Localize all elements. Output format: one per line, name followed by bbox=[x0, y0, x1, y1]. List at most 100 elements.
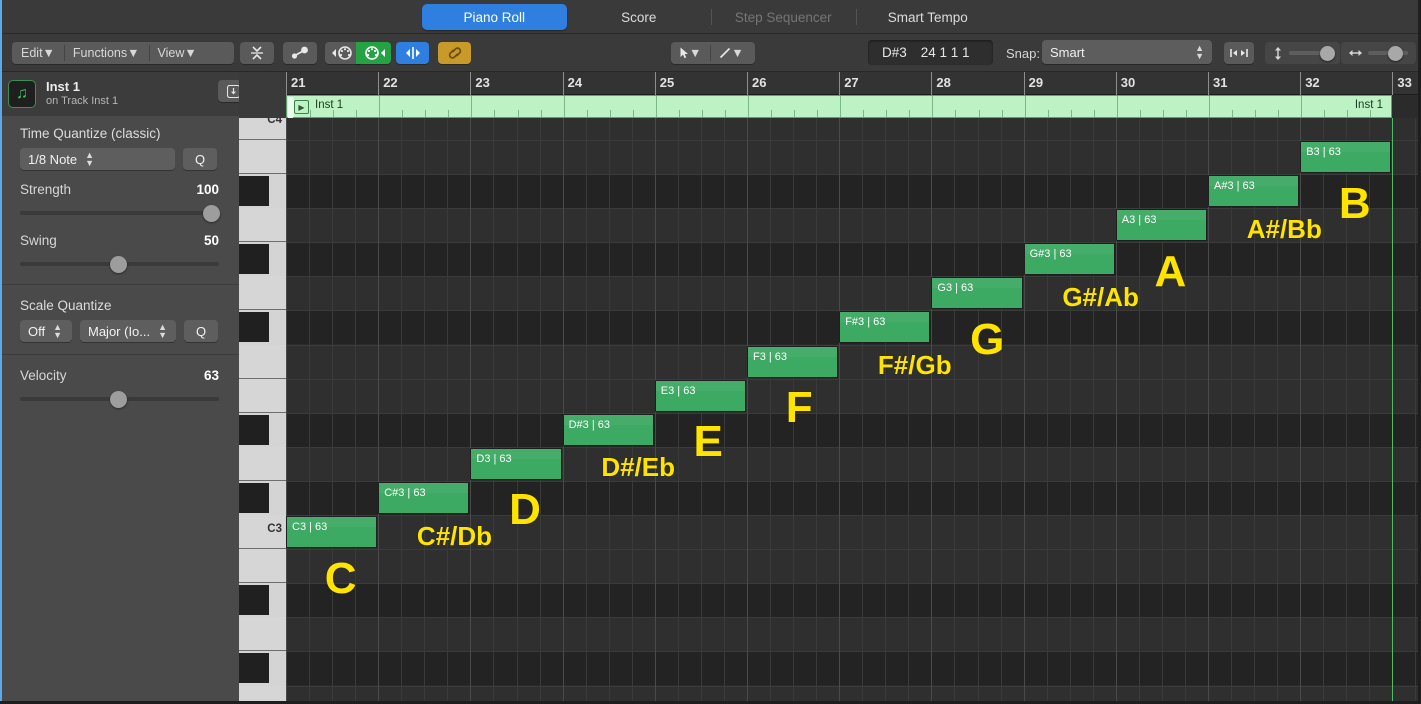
grid-row-d3 bbox=[286, 447, 1421, 481]
grid-row-line bbox=[286, 140, 1421, 141]
grid-row-line bbox=[286, 413, 1421, 414]
note-velocity-icon-button[interactable] bbox=[283, 42, 317, 64]
link-icon-button[interactable] bbox=[438, 42, 471, 64]
ruler-bar-23[interactable]: 23 bbox=[470, 72, 562, 95]
grid-bar-line bbox=[931, 118, 932, 704]
menu-view[interactable]: View ▼ bbox=[149, 42, 206, 64]
link-icon bbox=[446, 46, 464, 60]
midi-note-asharp3[interactable]: A#3 | 63 bbox=[1208, 175, 1299, 207]
ruler-bar-25[interactable]: 25 bbox=[655, 72, 747, 95]
strength-slider-knob[interactable] bbox=[203, 205, 220, 222]
scale-quantize-mode-select[interactable]: Off ▲▼ bbox=[20, 320, 72, 342]
pointer-tool-button[interactable]: ▼ bbox=[671, 42, 710, 64]
tab-score[interactable]: Score bbox=[567, 4, 712, 30]
midi-in-icon-button[interactable] bbox=[325, 42, 360, 64]
midi-out-icon-button[interactable] bbox=[356, 42, 391, 64]
ruler-tick bbox=[1208, 72, 1209, 95]
midi-note-f3[interactable]: F3 | 63 bbox=[747, 346, 838, 378]
ruler-bar-28[interactable]: 28 bbox=[931, 72, 1023, 95]
lcd-position-value: 24 1 1 1 bbox=[921, 45, 970, 60]
piano-key-a3[interactable] bbox=[239, 208, 286, 242]
ruler-bar-label: 33 bbox=[1397, 75, 1411, 90]
tab-piano-roll[interactable]: Piano Roll bbox=[422, 4, 567, 30]
scale-quantize-scale-select[interactable]: Major (Io... ▲▼ bbox=[80, 320, 176, 342]
swing-slider[interactable] bbox=[20, 256, 219, 272]
horizontal-zoom-knob[interactable] bbox=[1388, 46, 1403, 61]
piano-key-gsharp3[interactable] bbox=[239, 244, 269, 274]
grid-bar-line bbox=[1116, 118, 1117, 704]
time-quantize-value: 1/8 Note bbox=[28, 152, 77, 167]
region-beat-tick bbox=[725, 110, 726, 117]
collapse-expand-icon-button[interactable] bbox=[240, 42, 274, 64]
piano-keyboard[interactable]: C4C3 bbox=[239, 118, 286, 704]
time-quantize-q-button[interactable]: Q bbox=[183, 148, 217, 170]
region-beat-tick bbox=[955, 110, 956, 117]
ruler-bar-32[interactable]: 32 bbox=[1300, 72, 1392, 95]
midi-note-d3[interactable]: D3 | 63 bbox=[470, 448, 561, 480]
vertical-zoom-knob[interactable] bbox=[1320, 46, 1335, 61]
velocity-slider[interactable] bbox=[20, 391, 219, 407]
midi-thru-icon-button[interactable] bbox=[396, 42, 429, 64]
midi-note-b3[interactable]: B3 | 63 bbox=[1300, 141, 1391, 173]
midi-note-e3[interactable]: E3 | 63 bbox=[655, 380, 746, 412]
menu-edit[interactable]: Edit ▼ bbox=[12, 42, 64, 64]
position-display[interactable]: D#3 24 1 1 1 bbox=[868, 40, 993, 65]
piano-key-f3[interactable] bbox=[239, 345, 286, 379]
piano-key-a2[interactable] bbox=[239, 617, 286, 651]
fit-to-window-icon-button[interactable] bbox=[1224, 42, 1254, 64]
ruler-bar-24[interactable]: 24 bbox=[563, 72, 655, 95]
ruler-bar-30[interactable]: 30 bbox=[1116, 72, 1208, 95]
swing-slider-knob[interactable] bbox=[110, 256, 127, 273]
midi-note-g3[interactable]: G3 | 63 bbox=[931, 277, 1022, 309]
region-beat-tick bbox=[1232, 110, 1233, 117]
ruler-bar-29[interactable]: 29 bbox=[1024, 72, 1116, 95]
tab-smart-tempo[interactable]: Smart Tempo bbox=[856, 4, 1001, 30]
piano-key-g3[interactable] bbox=[239, 276, 286, 310]
strength-slider[interactable] bbox=[20, 205, 219, 221]
midi-note-a3[interactable]: A3 | 63 bbox=[1116, 209, 1207, 241]
horizontal-zoom-slider[interactable] bbox=[1341, 42, 1416, 64]
midi-note-fsharp3[interactable]: F#3 | 63 bbox=[839, 311, 930, 343]
piano-key-asharp2[interactable] bbox=[239, 585, 269, 615]
scale-quantize-q-button[interactable]: Q bbox=[184, 320, 218, 342]
note-grid[interactable]: C3 | 63CC#3 | 63C#/DbD3 | 63DD#3 | 63D#/… bbox=[286, 118, 1421, 704]
ruler-tick bbox=[931, 72, 932, 95]
midi-note-c3[interactable]: C3 | 63 bbox=[286, 516, 377, 548]
grid-row-e3 bbox=[286, 379, 1421, 413]
ruler-bar-22[interactable]: 22 bbox=[378, 72, 470, 95]
menu-functions[interactable]: Functions ▼ bbox=[64, 42, 149, 64]
note-annotation-gab: G#/Ab bbox=[1062, 284, 1139, 310]
note-annotation-g: G bbox=[970, 318, 1004, 362]
piano-key-asharp3[interactable] bbox=[239, 176, 269, 206]
pencil-tool-button[interactable]: ▼ bbox=[710, 42, 752, 64]
time-quantize-select[interactable]: 1/8 Note ▲▼ bbox=[20, 148, 175, 170]
midi-note-dsharp3[interactable]: D#3 | 63 bbox=[563, 414, 654, 446]
midi-region[interactable]: ▶ Inst 1 Inst 1 bbox=[286, 95, 1392, 118]
grid-bar-line bbox=[378, 118, 379, 704]
bar-ruler[interactable]: 212223242526272829303132 33 bbox=[286, 72, 1421, 95]
grid-beat-line bbox=[424, 118, 425, 704]
region-beat-tick bbox=[656, 96, 657, 117]
grid-beat-line bbox=[1139, 118, 1140, 704]
ruler-bar-26[interactable]: 26 bbox=[747, 72, 839, 95]
play-icon[interactable]: ▶ bbox=[294, 100, 309, 114]
midi-note-csharp3[interactable]: C#3 | 63 bbox=[378, 482, 469, 514]
piano-key-d3[interactable] bbox=[239, 447, 286, 481]
snap-select[interactable]: Smart ▲▼ bbox=[1042, 40, 1212, 64]
ruler-bar-31[interactable]: 31 bbox=[1208, 72, 1300, 95]
piano-key-csharp3[interactable] bbox=[239, 483, 269, 513]
velocity-slider-knob[interactable] bbox=[110, 391, 127, 408]
ruler-bar-27[interactable]: 27 bbox=[839, 72, 931, 95]
vertical-zoom-slider[interactable] bbox=[1265, 42, 1340, 64]
velocity-section: Velocity 63 bbox=[0, 354, 239, 419]
tab-step-sequencer[interactable]: Step Sequencer bbox=[711, 4, 856, 30]
piano-key-dsharp3[interactable] bbox=[239, 415, 269, 445]
piano-key-b3[interactable] bbox=[239, 140, 286, 174]
midi-note-gsharp3[interactable]: G#3 | 63 bbox=[1024, 243, 1115, 275]
piano-key-e3[interactable] bbox=[239, 379, 286, 413]
ruler-bar-33[interactable]: 33 bbox=[1392, 72, 1421, 95]
ruler-bar-21[interactable]: 21 bbox=[286, 72, 378, 95]
piano-key-gsharp2[interactable] bbox=[239, 653, 269, 683]
piano-key-b2[interactable] bbox=[239, 549, 286, 583]
piano-key-fsharp3[interactable] bbox=[239, 312, 269, 342]
